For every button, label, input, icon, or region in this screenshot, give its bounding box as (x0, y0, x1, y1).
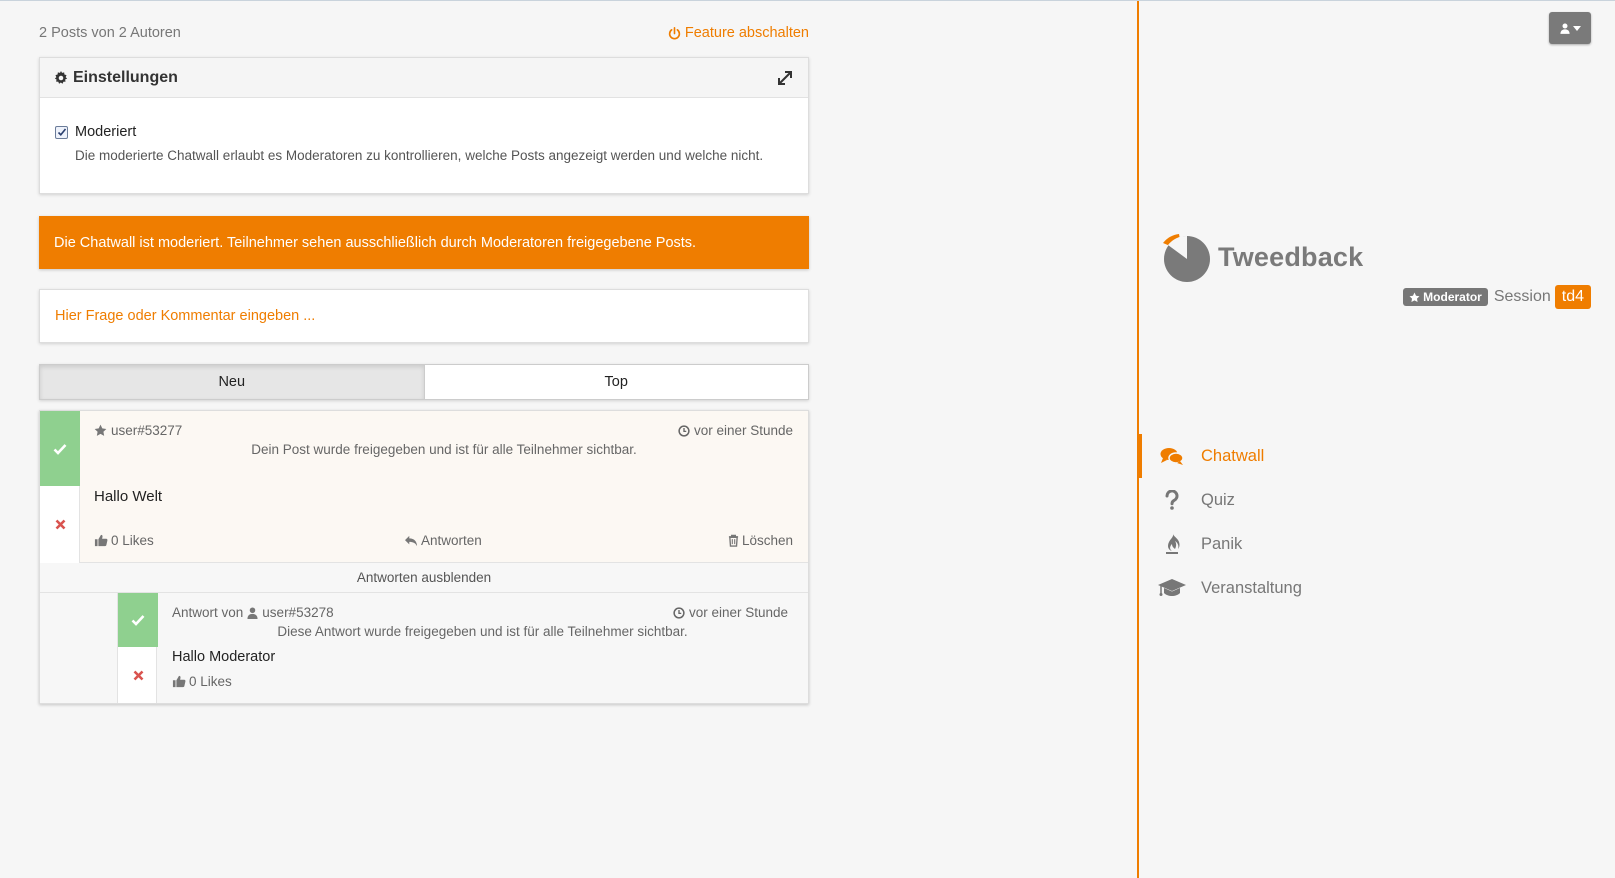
tweedback-logo-icon (1163, 234, 1210, 282)
role-badge-label: Moderator (1423, 290, 1482, 304)
reply-like-button[interactable]: 0 Likes (172, 674, 232, 689)
clock-icon (673, 606, 685, 619)
hide-replies-button[interactable]: Antworten ausblenden (40, 563, 808, 593)
post-author: user#53277 (94, 423, 182, 438)
settings-body: Moderiert Die moderierte Chatwall erlaub… (40, 98, 808, 163)
reply-author: Antwort von user#53278 (172, 605, 334, 620)
reply-status: Diese Antwort wurde freigegeben und ist … (277, 624, 688, 639)
post-time: vor einer Stunde (678, 423, 793, 438)
sort-tabs: Neu Top (39, 364, 809, 400)
comment-input-box[interactable] (39, 289, 809, 343)
sidebar-item-label: Veranstaltung (1201, 578, 1302, 597)
reply-time: vor einer Stunde (673, 605, 788, 620)
sidebar-item-label: Chatwall (1201, 446, 1265, 465)
sidebar-item-label: Quiz (1201, 490, 1235, 509)
moderated-description: Die moderierte Chatwall erlaubt es Moder… (75, 148, 764, 163)
post-text: Hallo Welt (94, 488, 163, 505)
settings-panel: Einstellungen Moderiert Die moderierte C… (39, 57, 809, 194)
comment-input[interactable] (55, 308, 793, 324)
check-icon (131, 615, 145, 626)
tab-new[interactable]: Neu (40, 365, 425, 399)
delete-button[interactable]: Löschen (728, 533, 793, 548)
reply-item: Antwort von user#53278 vor einer Stunde … (40, 593, 808, 703)
reply-label: Antworten (421, 533, 482, 548)
reply-icon (405, 535, 417, 546)
close-icon (55, 519, 65, 530)
sidebar-item-veranstaltung[interactable]: Veranstaltung (1139, 566, 1615, 610)
trash-icon (728, 534, 739, 547)
post-status: Dein Post wurde freigegeben und ist für … (251, 442, 637, 457)
reply-prefix: Antwort von (172, 605, 244, 620)
check-icon (53, 443, 67, 455)
check-icon (57, 128, 66, 136)
like-button[interactable]: 0 Likes (94, 533, 154, 548)
post-list: user#53277 vor einer Stunde Dein Post wu… (39, 410, 809, 704)
settings-header: Einstellungen (40, 58, 808, 98)
chatwall-topline: 2 Posts von 2 Autoren Feature abschalten (39, 25, 809, 45)
reply-moderation (117, 593, 158, 703)
sidebar-item-chatwall[interactable]: Chatwall (1139, 434, 1615, 478)
user-icon (247, 607, 258, 619)
star-icon (94, 424, 107, 436)
moderation-banner: Die Chatwall ist moderiert. Teilnehmer s… (39, 216, 809, 269)
moderated-checkbox[interactable] (55, 125, 68, 139)
delete-label: Löschen (741, 533, 793, 548)
user-icon (1559, 23, 1570, 34)
post-count: 2 Posts von 2 Autoren (39, 25, 181, 41)
fire-icon (1166, 533, 1180, 554)
clock-icon (678, 424, 690, 437)
post-item: user#53277 vor einer Stunde Dein Post wu… (40, 411, 808, 563)
feature-off-link[interactable]: Feature abschalten (668, 25, 809, 41)
gear-icon (54, 70, 68, 84)
power-icon (668, 26, 681, 39)
feature-off-label: Feature abschalten (684, 25, 809, 41)
post-time-text: vor einer Stunde (693, 423, 793, 438)
reply-text: Hallo Moderator (172, 649, 276, 665)
caret-down-icon (1572, 25, 1581, 31)
settings-title: Einstellungen (73, 68, 178, 86)
moderated-option: Moderiert (55, 124, 793, 140)
tab-top[interactable]: Top (424, 365, 808, 399)
close-icon (133, 670, 143, 680)
sidebar-nav: Chatwall Quiz Panik Veranstaltung (1139, 434, 1615, 610)
reply-reject-button[interactable] (118, 647, 158, 703)
reply-approve-button[interactable] (118, 593, 158, 647)
reject-button[interactable] (40, 486, 80, 563)
logo-text: Tweedback (1218, 241, 1364, 272)
reply-likes: 0 Likes (189, 674, 232, 689)
post-likes: 0 Likes (111, 533, 154, 548)
session-label: Session (1493, 288, 1551, 305)
reply-button[interactable]: Antworten (404, 533, 482, 548)
star-icon (1409, 292, 1420, 302)
post-moderation (40, 411, 80, 563)
session-code: td4 (1554, 285, 1591, 309)
thumbs-up-icon (94, 534, 108, 547)
post-author-name: user#53277 (111, 423, 183, 438)
question-icon (1165, 490, 1179, 510)
graduation-cap-icon (1158, 579, 1186, 596)
sidebar-item-label: Panik (1201, 534, 1243, 553)
role-badge: Moderator (1403, 288, 1488, 306)
tweedback-logo: Tweedback (1160, 231, 1363, 283)
session-info: Moderator Session td4 (1403, 285, 1591, 309)
user-menu-button[interactable] (1549, 12, 1591, 44)
comments-icon (1160, 448, 1184, 465)
approve-button[interactable] (40, 411, 80, 486)
sidebar-item-panik[interactable]: Panik (1139, 522, 1615, 566)
expand-icon[interactable] (776, 69, 794, 87)
moderated-label: Moderiert (75, 124, 137, 140)
sidebar-item-quiz[interactable]: Quiz (1139, 478, 1615, 522)
thumbs-up-icon (172, 675, 186, 688)
reply-time-text: vor einer Stunde (688, 605, 788, 620)
reply-author-name: user#53278 (262, 605, 334, 620)
